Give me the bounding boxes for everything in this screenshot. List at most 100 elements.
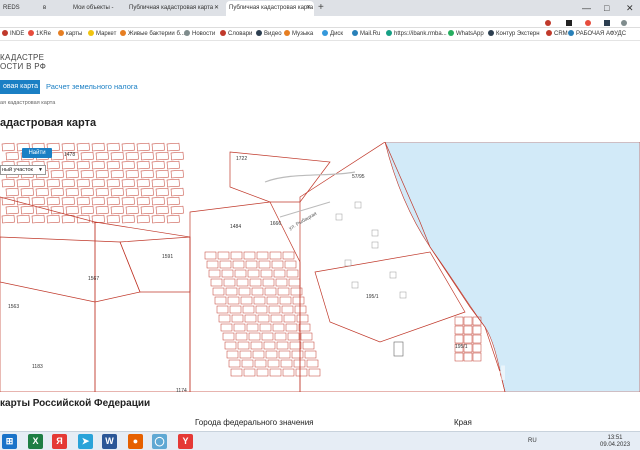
land-plot <box>65 169 79 179</box>
land-plot <box>232 260 245 269</box>
land-plot <box>264 287 277 296</box>
language-indicator[interactable]: RU <box>528 438 537 445</box>
address-bar[interactable] <box>0 16 640 28</box>
land-plot <box>230 251 243 260</box>
browser-tab-bar: REDS в Мои объекты - Публичная кадастров… <box>0 0 640 16</box>
land-plot <box>260 269 273 278</box>
bookmark-item[interactable]: INDE <box>2 29 24 40</box>
bookmark-item[interactable]: Mail.Ru <box>352 29 380 40</box>
map-canvas[interactable]: 1722 57/95 1484 1591 1567 1563 1183 1174 195/1 19… <box>0 142 640 392</box>
bookmark-item[interactable]: 1KRe <box>28 29 51 40</box>
land-plot <box>261 332 274 341</box>
building <box>351 281 359 289</box>
land-plot <box>225 287 238 296</box>
column-header-krai[interactable]: Края <box>454 418 472 427</box>
land-plot <box>265 350 278 359</box>
bookmark-item[interactable]: Словари <box>220 29 252 40</box>
land-plot <box>304 350 317 359</box>
browser-tab[interactable]: Мои объекты - <box>70 1 122 16</box>
land-plot <box>280 359 293 368</box>
chevron-down-icon: ▼ <box>38 167 43 173</box>
land-plot <box>61 178 75 188</box>
land-parcel <box>0 236 141 303</box>
land-plot <box>140 151 154 161</box>
land-plot <box>219 260 232 269</box>
clock[interactable]: 13:51 09.04.2023 <box>600 435 630 449</box>
minimize-button[interactable]: — <box>582 0 591 16</box>
land-plot <box>296 314 309 323</box>
land-plot <box>46 178 60 188</box>
land-plot <box>35 187 49 197</box>
firefox-icon[interactable]: ● <box>128 434 143 449</box>
land-plot <box>224 341 237 350</box>
browser-tab[interactable]: в <box>40 1 66 16</box>
land-plot <box>46 214 60 224</box>
land-plot <box>110 169 124 179</box>
word-icon[interactable]: W <box>102 434 117 449</box>
bookmark-item[interactable]: Музыка <box>284 29 313 40</box>
telegram-icon[interactable]: ➤ <box>78 434 93 449</box>
yandex-browser-icon[interactable]: Y <box>178 434 193 449</box>
excel-icon[interactable]: X <box>28 434 43 449</box>
yandex-icon[interactable]: Я <box>52 434 67 449</box>
land-plot <box>294 305 307 314</box>
bookmark-item[interactable]: РАБОЧАЯ АФУДС <box>568 29 626 40</box>
start-button[interactable]: ⊞ <box>2 434 17 449</box>
parcel-number: 1174 <box>176 388 187 392</box>
site-title[interactable]: КАДАСТРЕ ОСТИ В РФ <box>0 53 46 71</box>
land-plot <box>155 151 169 161</box>
land-plot <box>65 187 79 197</box>
bookmark-item[interactable]: карты <box>58 29 82 40</box>
land-plot <box>278 350 291 359</box>
new-tab-button[interactable]: + <box>318 0 324 16</box>
bookmark-item[interactable]: Новости <box>184 29 215 40</box>
bookmark-item[interactable]: Диск <box>322 29 343 40</box>
land-plot <box>1 142 15 152</box>
cadastral-map[interactable]: 1722 57/95 1484 1591 1567 1563 1183 1174 195/1 19… <box>0 142 640 392</box>
breadcrumb[interactable]: ая кадастровая карта <box>0 100 55 106</box>
browser-tab-active[interactable]: Публичная кадастровая карта ✕ <box>226 1 314 16</box>
viber-icon[interactable]: ◯ <box>152 434 167 449</box>
land-plot <box>155 169 169 179</box>
land-plot <box>289 341 302 350</box>
bookmark-item[interactable]: Контур Экстерн <box>488 29 540 40</box>
column-header-federal-cities[interactable]: Города федерального значения <box>195 418 314 427</box>
land-plot <box>222 332 235 341</box>
bookmark-item[interactable]: Маркет <box>88 29 116 40</box>
land-plot <box>262 278 275 287</box>
bookmark-item[interactable]: CRM <box>546 29 568 40</box>
close-icon[interactable]: ✕ <box>306 1 311 16</box>
nav-tab-cadastral-map[interactable]: овая карта <box>0 80 40 94</box>
land-plot <box>121 160 135 170</box>
land-plot <box>106 196 120 206</box>
bookmark-item[interactable]: Живые бактерии б... <box>120 29 185 40</box>
nav-tab-land-tax[interactable]: Расчет земельного налога <box>46 80 138 94</box>
land-plot <box>263 341 276 350</box>
close-window-button[interactable]: ✕ <box>626 0 634 16</box>
land-plot <box>243 368 256 377</box>
parcel-number: 1183 <box>32 364 43 370</box>
land-plot <box>228 359 241 368</box>
browser-tab[interactable]: Публичная кадастровая карта ✕ <box>126 1 222 16</box>
land-plot <box>170 169 184 179</box>
land-plot <box>259 323 272 332</box>
bookmark-item[interactable]: WhatsApp <box>448 29 484 40</box>
object-type-select[interactable]: ный участок ▼ <box>0 165 46 175</box>
land-plot <box>151 142 165 152</box>
land-plot <box>155 205 169 215</box>
bookmark-item[interactable]: Видео <box>256 29 282 40</box>
browser-tab[interactable]: REDS <box>0 1 36 16</box>
land-plot <box>76 196 90 206</box>
land-plot <box>95 187 109 197</box>
close-icon[interactable]: ✕ <box>214 1 219 16</box>
bookmark-item[interactable]: https://ibank.rmba... <box>386 29 447 40</box>
find-button[interactable]: Найти <box>22 148 52 158</box>
land-plot <box>106 160 120 170</box>
land-plot <box>226 350 239 359</box>
land-plot <box>121 142 135 152</box>
land-plot <box>463 325 473 335</box>
land-plot <box>20 187 34 197</box>
maximize-button[interactable]: □ <box>604 0 609 16</box>
parcel-number: 1722 <box>236 156 247 162</box>
land-plot <box>166 196 180 206</box>
